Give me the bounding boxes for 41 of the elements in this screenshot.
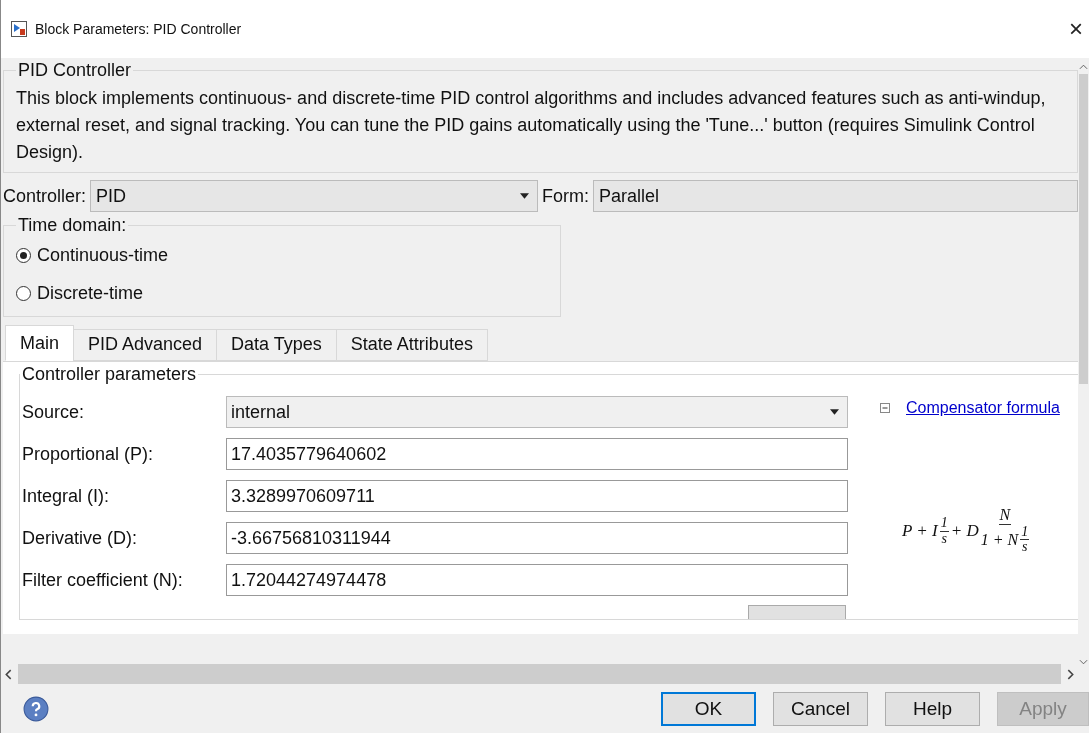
time-domain-title: Time domain:: [17, 215, 128, 236]
scroll-down-icon[interactable]: [1079, 659, 1088, 665]
dialog-button[interactable]: Cancel: [773, 692, 868, 726]
field-label: Derivative (D):: [21, 527, 138, 549]
window-title: Block Parameters: PID Controller: [35, 21, 243, 37]
scroll-right-icon[interactable]: [1067, 668, 1074, 680]
radio-button[interactable]: [16, 247, 31, 263]
help-icon[interactable]: [23, 696, 49, 722]
form-field: Parallel: [593, 180, 1078, 212]
radio-label[interactable]: Continuous-time: [37, 244, 169, 266]
input-field[interactable]: -3.66756810311944: [226, 522, 848, 554]
block-title: PID Controller: [17, 60, 133, 81]
compensator-formula-link[interactable]: Compensator formula: [906, 399, 1060, 417]
tab[interactable]: Data Types: [216, 329, 337, 361]
source-dropdown[interactable]: internal: [226, 396, 848, 428]
field-label: Integral (I):: [21, 485, 111, 507]
dialog-button[interactable]: OK: [661, 692, 756, 726]
form-label: Form:: [542, 185, 590, 207]
input-field[interactable]: 17.4035779640602: [226, 438, 848, 470]
dialog-button[interactable]: Help: [885, 692, 980, 726]
collapse-icon[interactable]: [880, 403, 890, 413]
radio-button[interactable]: [16, 285, 31, 301]
scroll-up-icon[interactable]: [1079, 64, 1088, 70]
input-field[interactable]: 1.72044274974478: [226, 564, 848, 596]
input-field[interactable]: 3.3289970609711: [226, 480, 848, 512]
field-label: Filter coefficient (N):: [21, 569, 184, 591]
tab[interactable]: State Attributes: [335, 329, 488, 361]
dropdown-arrow-icon[interactable]: [830, 409, 839, 415]
parameters-title: Controller parameters: [21, 364, 198, 385]
tab[interactable]: Main: [5, 325, 74, 361]
close-button[interactable]: ×: [1063, 15, 1089, 43]
simulink-block-icon: [11, 21, 27, 37]
block-description: This block implements continuous- and discrete-time PID control algorithms and includes advanced features such as anti-windup, external reset, and signal tracking. You can tune the PID gains automatically using the 'Tune...' button (requires Simulink Control Design).: [16, 87, 1047, 164]
controller-label: Controller:: [3, 185, 87, 207]
field-label: Proportional (P):: [21, 443, 155, 465]
tab[interactable]: PID Advanced: [73, 329, 218, 361]
radio-label[interactable]: Discrete-time: [37, 282, 143, 304]
scroll-left-icon[interactable]: [5, 668, 12, 680]
field-label: Source:: [21, 401, 86, 423]
controller-dropdown[interactable]: PID: [90, 180, 539, 212]
dropdown-arrow-icon[interactable]: [520, 193, 530, 199]
